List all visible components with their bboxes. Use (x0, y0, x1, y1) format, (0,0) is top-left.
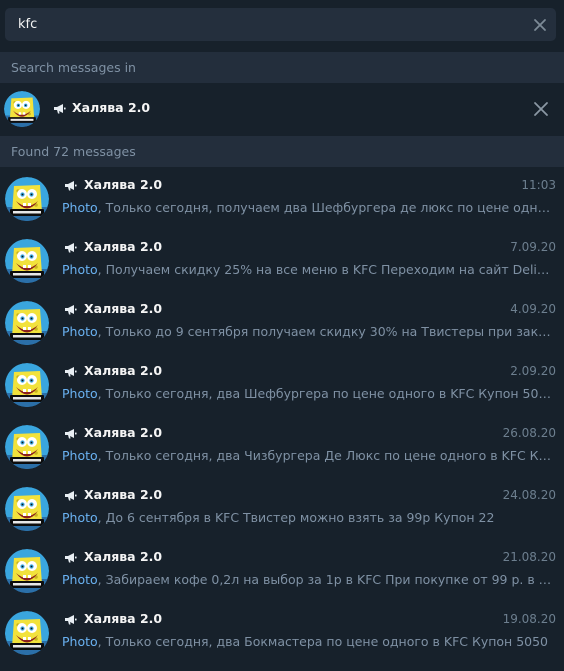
result-date: 26.08.20 (502, 426, 556, 440)
result-chat-name: Халява 2.0 (84, 363, 163, 378)
result-media-tag: Photo (62, 510, 98, 525)
close-icon[interactable] (532, 100, 550, 118)
result-text: , Только сегодня, два Чизбургера Де Люкс… (97, 448, 554, 463)
megaphone-icon (64, 428, 77, 439)
chat-filter-row[interactable]: Халява 2.0 (0, 84, 564, 134)
result-media-tag: Photo (62, 572, 98, 587)
search-in-header: Search messages in (0, 52, 564, 83)
result-preview: Photo, Только до 9 сентября получаем ски… (62, 324, 554, 339)
found-messages-header: Found 72 messages (0, 136, 564, 167)
result-media-tag: Photo (62, 200, 98, 215)
search-bar (5, 8, 556, 41)
result-preview: Photo, Только сегодня, два Шефбургера по… (62, 386, 554, 401)
result-preview: Photo, Только сегодня, получаем два Шефб… (62, 200, 554, 215)
result-text: , Только до 9 сентября получаем скидку 3… (97, 324, 554, 339)
result-date: 24.08.20 (502, 488, 556, 502)
result-chat-name: Халява 2.0 (84, 239, 163, 254)
search-result[interactable]: Халява 2.0 21.08.20 Photo, Забираем кофе… (0, 544, 564, 606)
result-date: 4.09.20 (510, 302, 556, 316)
search-result[interactable]: Халява 2.0 11:03 Photo, Только сегодня, … (0, 172, 564, 234)
result-date: 21.08.20 (502, 550, 556, 564)
result-text: , Получаем скидку 25% на все меню в KFC … (97, 262, 554, 277)
result-media-tag: Photo (62, 262, 98, 277)
result-date: 7.09.20 (510, 240, 556, 254)
result-text: , Только сегодня, получаем два Шефбургер… (97, 200, 554, 215)
avatar (5, 549, 49, 593)
result-text: , Только сегодня, два Бокмастера по цене… (97, 634, 549, 649)
filter-chat-name: Халява 2.0 (72, 100, 151, 115)
megaphone-icon (64, 366, 77, 377)
result-date: 2.09.20 (510, 364, 556, 378)
megaphone-icon (64, 614, 77, 625)
avatar (5, 177, 49, 221)
search-result[interactable]: Халява 2.0 7.09.20 Photo, Получаем скидк… (0, 234, 564, 296)
search-result[interactable]: Халява 2.0 19.08.20 Photo, Только сегодн… (0, 606, 564, 668)
megaphone-icon (53, 103, 66, 114)
result-chat-name: Халява 2.0 (84, 611, 163, 626)
result-text: , Только сегодня, два Шефбургера по цене… (97, 386, 554, 401)
avatar (5, 487, 49, 531)
megaphone-icon (64, 180, 77, 191)
close-icon[interactable] (530, 15, 550, 35)
result-date: 11:03 (521, 178, 556, 192)
avatar (5, 611, 49, 655)
result-media-tag: Photo (62, 386, 98, 401)
result-chat-name: Халява 2.0 (84, 177, 163, 192)
result-media-tag: Photo (62, 324, 98, 339)
result-preview: Photo, Получаем скидку 25% на все меню в… (62, 262, 554, 277)
result-preview: Photo, Забираем кофе 0,2л на выбор за 1р… (62, 572, 554, 587)
avatar (5, 301, 49, 345)
avatar (5, 363, 49, 407)
megaphone-icon (64, 490, 77, 501)
megaphone-icon (64, 552, 77, 563)
result-chat-name: Халява 2.0 (84, 549, 163, 564)
search-result[interactable]: Халява 2.0 2.09.20 Photo, Только сегодня… (0, 358, 564, 420)
search-panel: Search messages in Халява 2.0 Found 72 m… (0, 0, 564, 671)
result-media-tag: Photo (62, 634, 98, 649)
search-result[interactable]: Халява 2.0 4.09.20 Photo, Только до 9 се… (0, 296, 564, 358)
search-result[interactable]: Халява 2.0 24.08.20 Photo, До 6 сентября… (0, 482, 564, 544)
result-text: , До 6 сентября в KFC Твистер можно взят… (97, 510, 495, 525)
result-chat-name: Халява 2.0 (84, 425, 163, 440)
result-chat-name: Халява 2.0 (84, 487, 163, 502)
result-text: , Забираем кофе 0,2л на выбор за 1р в KF… (97, 572, 554, 587)
result-date: 19.08.20 (502, 612, 556, 626)
result-media-tag: Photo (62, 448, 98, 463)
result-preview: Photo, До 6 сентября в KFC Твистер можно… (62, 510, 554, 525)
avatar (5, 239, 49, 283)
avatar (4, 91, 40, 127)
result-chat-name: Халява 2.0 (84, 301, 163, 316)
result-preview: Photo, Только сегодня, два Чизбургера Де… (62, 448, 554, 463)
search-input[interactable] (18, 8, 498, 41)
megaphone-icon (64, 242, 77, 253)
avatar (5, 425, 49, 469)
result-preview: Photo, Только сегодня, два Бокмастера по… (62, 634, 554, 649)
search-result[interactable]: Халява 2.0 26.08.20 Photo, Только сегодн… (0, 420, 564, 482)
megaphone-icon (64, 304, 77, 315)
